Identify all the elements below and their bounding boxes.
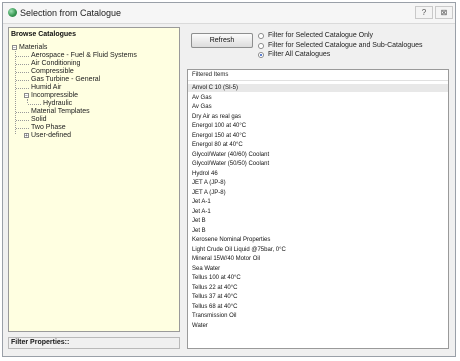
list-item[interactable]: Jet A-1 <box>188 198 448 206</box>
tree-item-label: Humid Air <box>31 84 62 91</box>
list-item[interactable]: Energol 100 at 40°C <box>188 122 448 130</box>
tree-item-label: Two Phase <box>31 124 66 131</box>
filter-option-label: Filter for Selected Catalogue Only <box>268 32 374 39</box>
expand-icon[interactable]: + <box>24 133 29 139</box>
list-item[interactable]: Mineral 15W/40 Motor Oil <box>188 255 448 263</box>
list-item[interactable]: Dry Air as real gas <box>188 113 448 121</box>
list-item[interactable]: Sea Water <box>188 265 448 273</box>
title-bar: Selection from Catalogue ? ⊠ <box>3 3 455 24</box>
collapse-icon[interactable]: − <box>24 93 29 99</box>
tree-item-label: Compressible <box>31 68 74 75</box>
list-item[interactable]: Kerosene Nominal Properties <box>188 236 448 244</box>
list-item[interactable]: Tellus 68 at 40°C <box>188 303 448 311</box>
tree-item-label: Material Templates <box>31 108 90 115</box>
tree-item-label: Solid <box>31 116 47 123</box>
close-button[interactable]: ⊠ <box>435 6 453 19</box>
list-item[interactable]: Energol 80 at 40°C <box>188 141 448 149</box>
list-item[interactable]: Av Gas <box>188 103 448 111</box>
filter-option-label: Filter for Selected Catalogue and Sub-Ca… <box>268 42 423 49</box>
window-title: Selection from Catalogue <box>20 8 122 18</box>
filter-properties: Filter Properties:: <box>8 337 180 349</box>
radio-button[interactable] <box>258 43 264 49</box>
refresh-button[interactable]: Refresh <box>191 33 253 48</box>
list-item[interactable]: Jet B <box>188 227 448 235</box>
collapse-icon[interactable]: − <box>12 45 17 51</box>
list-item[interactable]: Tellus 37 at 40°C <box>188 293 448 301</box>
list-item[interactable]: Jet A-1 <box>188 208 448 216</box>
tree-item-label: Air Conditioning <box>31 60 81 67</box>
catalogue-tree: − Materials Aerospace - Fuel & Fluid Syste… <box>9 42 179 330</box>
list-item[interactable]: Water <box>188 322 448 330</box>
radio-button[interactable] <box>258 52 264 58</box>
tree-item-label: Gas Turbine - General <box>31 76 101 83</box>
tree-item-label: User-defined <box>31 132 72 139</box>
list-item[interactable]: Transmission Oil <box>188 312 448 320</box>
browse-catalogues-header: Browse Catalogues <box>11 31 76 38</box>
tree-item-label: Hydraulic <box>43 100 73 107</box>
filtered-items-list: Filtered Items Anvol C 10 (SI-5) Av Gas Av… <box>187 69 449 349</box>
list-item[interactable]: Tellus 22 at 40°C <box>188 284 448 292</box>
list-item[interactable]: Anvol C 10 (SI-5) <box>188 84 448 92</box>
filter-option-label: Filter All Catalogues <box>268 51 331 58</box>
list-item[interactable]: Glycol/Water (50/50) Coolant <box>188 160 448 168</box>
tree-item-label: Incompressible <box>31 92 79 99</box>
radio-button[interactable] <box>258 33 264 39</box>
browse-catalogues-panel: Browse Catalogues − Materials Aerospace - … <box>8 27 180 332</box>
list-item[interactable]: Tellus 100 at 40°C <box>188 274 448 282</box>
help-button[interactable]: ? <box>415 6 433 19</box>
tree-item-label: Materials <box>19 44 48 51</box>
tree-item-label: Aerospace - Fuel & Fluid Systems <box>31 52 137 59</box>
list-item[interactable]: JET A (JP-8) <box>188 179 448 187</box>
list-item[interactable]: Energol 150 at 40°C <box>188 132 448 140</box>
list-item[interactable]: Jet B <box>188 217 448 225</box>
app-icon <box>8 8 17 17</box>
list-header: Filtered Items <box>188 70 448 81</box>
list-item[interactable]: Hydrol 46 <box>188 170 448 178</box>
list-item[interactable]: Glycol/Water (40/60) Coolant <box>188 151 448 159</box>
list-item[interactable]: Av Gas <box>188 94 448 102</box>
list-item[interactable]: Light Crude Oil Liquid @75bar, 0°C <box>188 246 448 254</box>
list-item[interactable]: JET A (JP-8) <box>188 189 448 197</box>
